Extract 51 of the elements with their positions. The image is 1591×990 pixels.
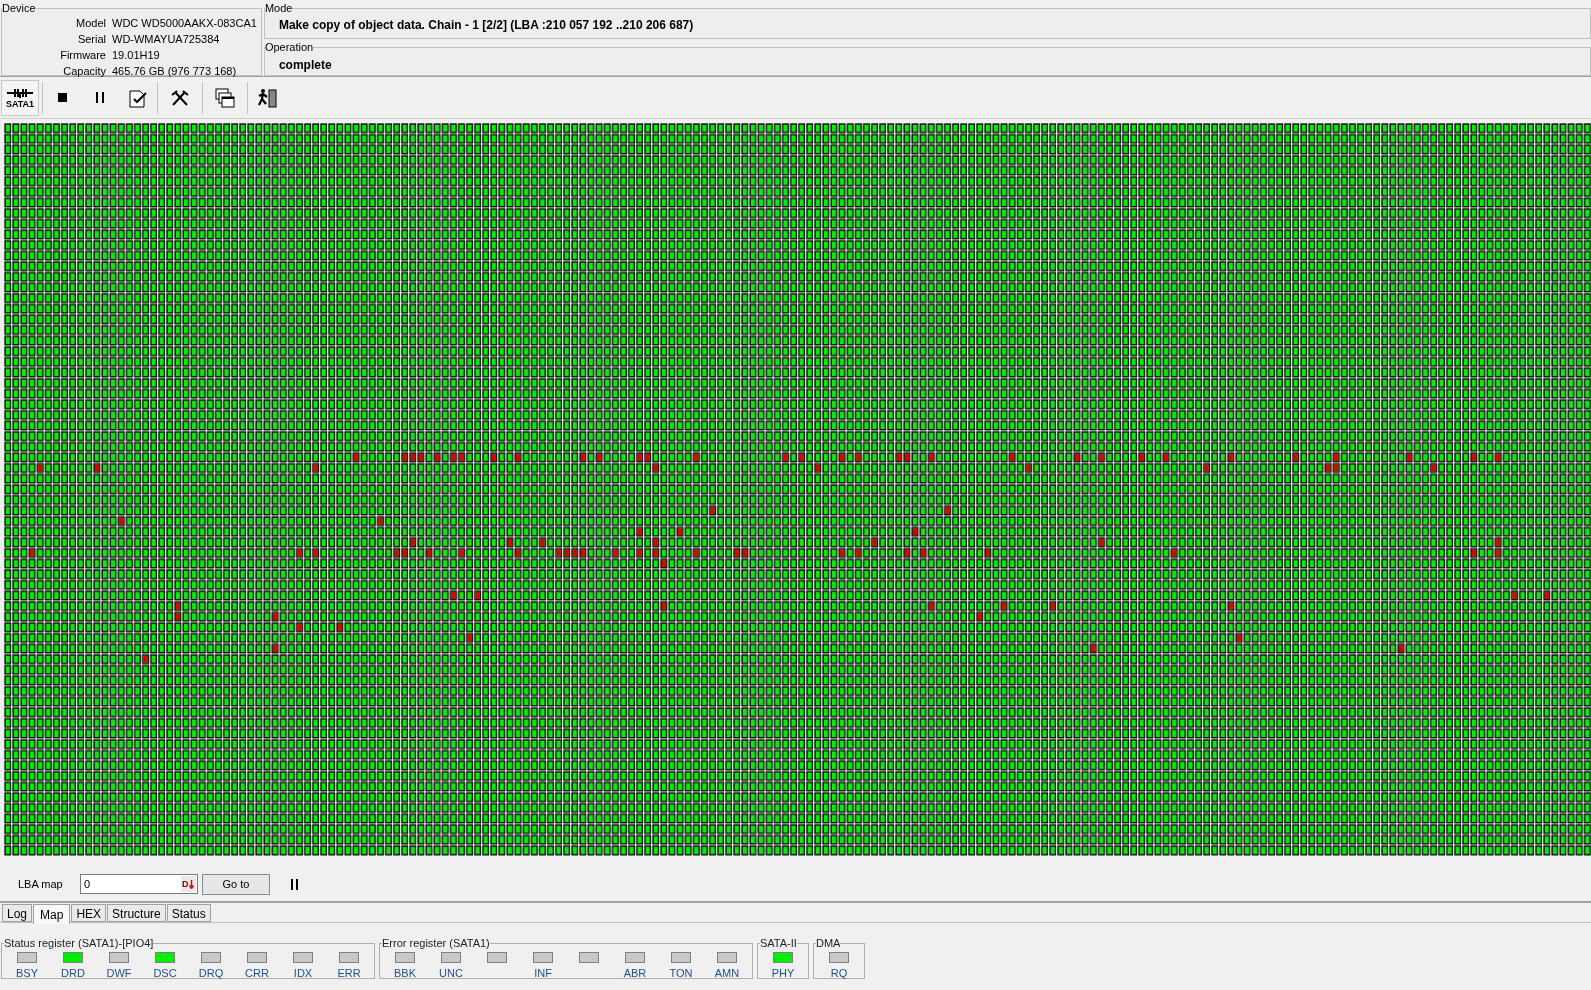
field-value: 465.76 GB (976 773 168) <box>112 63 238 79</box>
pause-icon[interactable] <box>291 878 298 890</box>
field-label: Capacity <box>62 63 106 79</box>
tools-icon <box>170 88 190 107</box>
windows-icon <box>215 87 235 108</box>
stop-icon <box>57 93 67 102</box>
port-button[interactable]: SATA1 <box>1 79 39 116</box>
tab[interactable]: HEX <box>71 904 107 922</box>
lba-map-label: LBA map <box>18 876 64 892</box>
goto-button[interactable]: Go to <box>202 873 270 895</box>
register-title: DMA <box>816 936 841 951</box>
indicator-label: TON <box>669 965 693 980</box>
connector-icon <box>6 86 34 99</box>
dropdown-button[interactable]: D <box>181 876 196 892</box>
indicator-label: DSC <box>153 965 177 980</box>
indicator-label: ABR <box>623 965 647 980</box>
mode-text: Make copy of object data. Chain - 1 [2/2] (LBA :210 057 192 ..210 206 687) <box>277 16 695 34</box>
indicator-label: PHY <box>771 965 795 980</box>
field-value: 19.01H19 <box>112 47 161 63</box>
panel-title: Device <box>2 1 36 16</box>
indicator-label: ERR <box>337 965 361 980</box>
indicator-label: DRD <box>61 965 85 980</box>
field-value: WD-WMAYUA725384 <box>112 31 221 47</box>
pause-icon <box>96 92 104 103</box>
register-title: Status register (SATA1)-[PIO4] <box>4 936 154 951</box>
lba-input-field[interactable]: 0 D <box>80 874 198 894</box>
panel-title: Mode <box>264 1 293 16</box>
indicator-label: RQ <box>830 965 848 980</box>
tab[interactable]: Map <box>33 904 71 924</box>
indicator-label: AMN <box>714 965 740 980</box>
register-title: SATA-II <box>760 936 797 951</box>
down-arrow-icon <box>188 879 194 889</box>
indicator-label: INF <box>534 965 552 980</box>
runner-door-icon <box>258 87 278 108</box>
field-label: Model <box>75 15 106 31</box>
register-title: Error register (SATA1) <box>382 936 490 951</box>
operation-status: complete <box>277 56 333 74</box>
indicator-label: CRR <box>245 965 269 980</box>
tab[interactable]: Log <box>2 904 33 922</box>
indicator-label: BBK <box>394 965 416 980</box>
indicator-label: UNC <box>439 965 463 980</box>
field-label: Firmware <box>59 47 106 63</box>
field-value: WDC WD5000AAKX-083CA1 <box>112 15 257 31</box>
panel-title: Operation <box>264 40 314 55</box>
indicator-label: IDX <box>293 965 313 980</box>
indicator-label: DRQ <box>198 965 224 980</box>
indicator-label: DWF <box>106 965 132 980</box>
field-label: Serial <box>76 31 106 47</box>
tab[interactable]: Structure <box>107 904 166 922</box>
indicator-label: BSY <box>16 965 38 980</box>
tab[interactable]: Status <box>166 904 211 922</box>
